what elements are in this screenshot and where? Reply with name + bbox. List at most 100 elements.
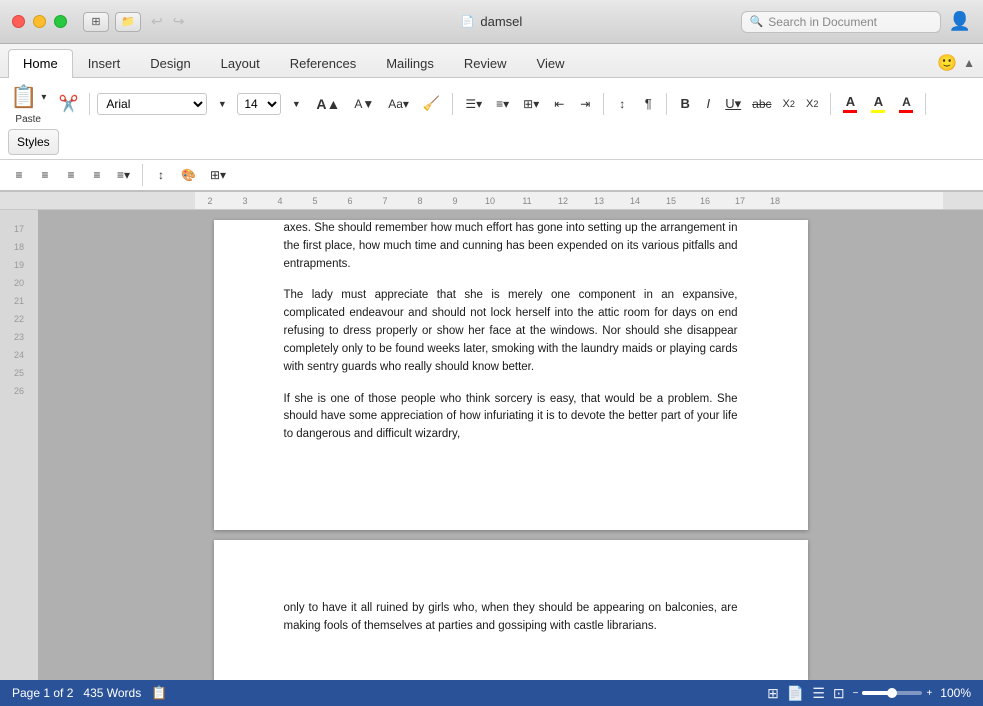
paste-dropdown-arrow[interactable]: ▾ — [41, 92, 46, 103]
layout-icon[interactable]: ⊞ — [767, 685, 779, 702]
styles-button[interactable]: Styles — [8, 129, 59, 155]
line-number: 20 — [0, 274, 38, 292]
line-number: 17 — [0, 220, 38, 238]
change-case-button[interactable]: Aa▾ — [383, 93, 414, 115]
search-placeholder: Search in Document — [768, 15, 877, 29]
sort-button[interactable]: ↕ — [611, 93, 633, 115]
align-group-button[interactable]: ≡▾ — [112, 164, 135, 186]
ruler-mark: 8 — [417, 196, 422, 206]
paragraph-2: The lady must appreciate that she is mer… — [284, 287, 738, 376]
zoom-in-icon[interactable]: + — [926, 688, 932, 699]
emoji-button[interactable]: 🙂 — [937, 53, 957, 73]
paste-button[interactable]: 📋 ▾ — [8, 82, 48, 112]
quick-access-icon[interactable]: ⊞ — [83, 12, 109, 32]
bullet-list-button[interactable]: ☰▾ — [460, 93, 487, 115]
statusbar: Page 1 of 2 435 Words 📋 ⊞ 📄 ☰ ⊡ − + 100% — [0, 680, 983, 706]
ruler-mark: 9 — [452, 196, 457, 206]
sep3 — [603, 93, 604, 115]
traffic-lights — [12, 15, 67, 28]
tab-design[interactable]: Design — [135, 49, 205, 78]
highlight-color-button[interactable]: A — [866, 93, 890, 115]
zoom-control[interactable]: − + — [853, 688, 933, 699]
zoom-slider[interactable] — [862, 691, 922, 695]
decrease-font-button[interactable]: A▼ — [349, 93, 379, 115]
ruler-right-margin — [943, 192, 983, 209]
strikethrough-icon: abc — [752, 97, 771, 111]
line-number: 25 — [0, 364, 38, 382]
sep5 — [830, 93, 831, 115]
undo-button[interactable]: ↩ — [147, 11, 167, 32]
tab-view[interactable]: View — [522, 49, 580, 78]
format-painter[interactable]: ✂️ — [58, 94, 78, 114]
font-color2-icon: A — [899, 95, 913, 113]
align-left-button[interactable]: ≡ — [8, 164, 30, 186]
track-changes-icon[interactable]: 📋 — [151, 685, 167, 701]
ruler-mark: 18 — [770, 196, 780, 206]
italic-button[interactable]: I — [697, 93, 719, 115]
page-1-content[interactable]: axes. She should remember how much effor… — [284, 220, 738, 444]
maximize-button[interactable] — [54, 15, 67, 28]
increase-font-button[interactable]: A▲ — [311, 93, 345, 115]
superscript-button[interactable]: X2 — [801, 93, 823, 115]
minimize-button[interactable] — [33, 15, 46, 28]
redo-button[interactable]: ↪ — [169, 11, 189, 32]
bold-button[interactable]: B — [674, 93, 696, 115]
focus-icon[interactable]: ⊡ — [833, 685, 845, 702]
font-color-2-button[interactable]: A — [894, 93, 918, 115]
font-size-dropdown[interactable]: ▼ — [285, 93, 307, 115]
align-center-button[interactable]: ≡ — [34, 164, 56, 186]
sep2 — [452, 93, 453, 115]
print-layout-icon[interactable]: 📄 — [787, 685, 804, 702]
page-2-content[interactable]: only to have it all ruined by girls who,… — [284, 600, 738, 636]
page-2[interactable]: only to have it all ruined by girls who,… — [214, 540, 808, 680]
collapse-ribbon-button[interactable]: ▲ — [963, 56, 975, 70]
paste-icon: 📋 — [10, 84, 37, 110]
outline-icon[interactable]: ☰ — [812, 685, 825, 702]
font-name-dropdown[interactable]: ▼ — [211, 93, 233, 115]
line-spacing-button[interactable]: ↕ — [150, 164, 172, 186]
page-1[interactable]: axes. She should remember how much effor… — [214, 220, 808, 530]
ruler-mark: 13 — [594, 196, 604, 206]
strikethrough-button[interactable]: abc — [747, 93, 776, 115]
history-controls: ↩ ↪ — [147, 11, 188, 32]
styles-label: Styles — [17, 135, 50, 149]
tab-references[interactable]: References — [275, 49, 371, 78]
tab-review[interactable]: Review — [449, 49, 522, 78]
borders-button[interactable]: ⊞▾ — [205, 164, 231, 186]
tab-mailings[interactable]: Mailings — [371, 49, 449, 78]
paragraph-shading-button[interactable]: 🎨 — [176, 164, 201, 186]
align-right-button[interactable]: ≡ — [60, 164, 82, 186]
tab-home[interactable]: Home — [8, 49, 73, 78]
justify-button[interactable]: ≡ — [86, 164, 108, 186]
paragraph-4: only to have it all ruined by girls who,… — [284, 600, 738, 636]
tab-layout[interactable]: Layout — [206, 49, 275, 78]
increase-indent-button[interactable]: ⇥ — [574, 93, 596, 115]
tab-insert[interactable]: Insert — [73, 49, 136, 78]
sep6 — [925, 93, 926, 115]
font-size-select[interactable]: 14 — [237, 93, 281, 115]
subscript-button[interactable]: X2 — [778, 93, 800, 115]
ruler-left-margin — [0, 192, 195, 209]
pages-area[interactable]: axes. She should remember how much effor… — [38, 210, 983, 680]
underline-button[interactable]: U▾ — [720, 93, 746, 115]
close-button[interactable] — [12, 15, 25, 28]
zoom-out-icon[interactable]: − — [853, 688, 859, 699]
clear-format-button[interactable]: 🧹 — [418, 93, 445, 115]
ruler-mark: 6 — [347, 196, 352, 206]
show-marks-button[interactable]: ¶ — [637, 93, 659, 115]
font-name-select[interactable]: Arial — [97, 93, 207, 115]
titlebar: ⊞ 📁 ↩ ↪ 📄 damsel 🔍 Search in Document 👤 — [0, 0, 983, 44]
line-number: 21 — [0, 292, 38, 310]
ruler-mark: 16 — [700, 196, 710, 206]
decrease-indent-button[interactable]: ⇤ — [548, 93, 570, 115]
user-button[interactable]: 👤 — [949, 11, 971, 32]
document-title: 📄 damsel — [461, 14, 523, 29]
ruler-mark: 3 — [242, 196, 247, 206]
search-box[interactable]: 🔍 Search in Document — [741, 11, 941, 33]
ruler-mark: 4 — [277, 196, 282, 206]
ruler-mark: 5 — [312, 196, 317, 206]
folder-icon[interactable]: 📁 — [115, 12, 141, 32]
numbered-list-button[interactable]: ≡▾ — [491, 93, 514, 115]
multilevel-list-button[interactable]: ⊞▾ — [518, 93, 544, 115]
font-color-button[interactable]: A — [838, 93, 862, 115]
